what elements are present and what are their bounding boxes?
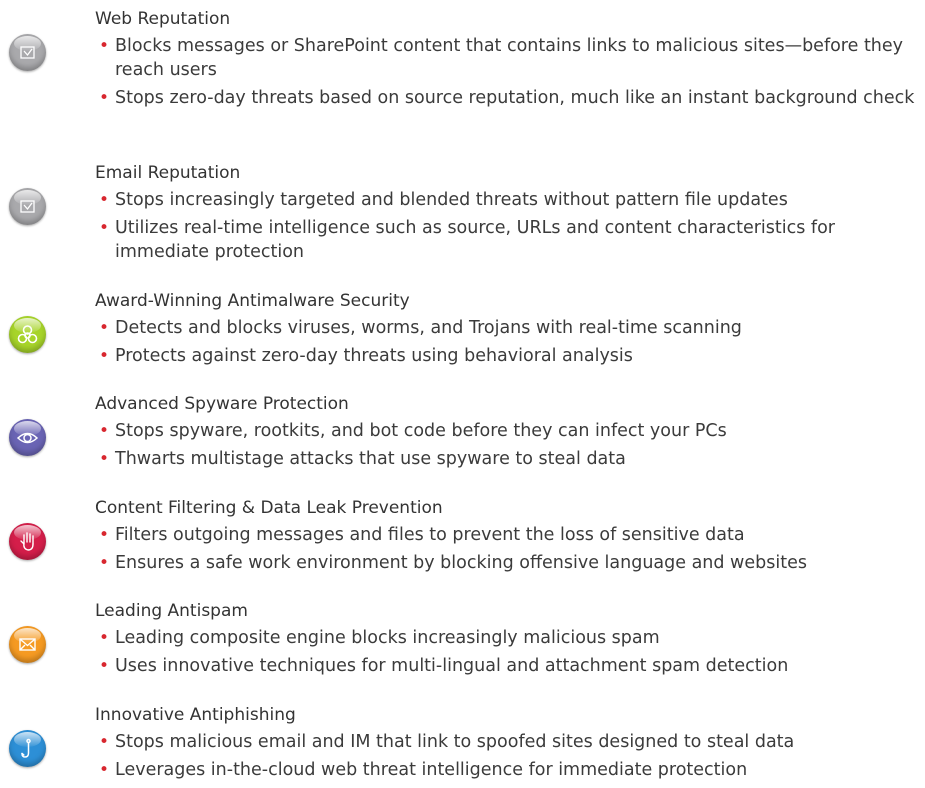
feature-bullets: • Filters outgoing messages and files to … bbox=[95, 523, 915, 579]
bullet-dot: • bbox=[99, 525, 110, 545]
list-item: • Leading composite engine blocks increas… bbox=[99, 628, 660, 648]
fishhook-icon bbox=[9, 730, 46, 767]
feature-bullets: • Leading composite engine blocks increas… bbox=[95, 626, 915, 682]
feature-title: Leading Antispam bbox=[95, 601, 248, 621]
feature-title: Advanced Spyware Protection bbox=[95, 394, 349, 414]
list-item: • Thwarts multistage attacks that use spy… bbox=[99, 449, 626, 469]
list-item: • Stops increasingly targeted and blended… bbox=[99, 190, 788, 210]
biohazard-icon bbox=[9, 316, 46, 353]
list-item: • Utilizes real-time intelligence such as… bbox=[99, 218, 835, 262]
list-item: • Filters outgoing messages and files to … bbox=[99, 525, 745, 545]
feature-title: Email Reputation bbox=[95, 163, 241, 183]
bullet-dot: • bbox=[99, 732, 110, 752]
feature-list: Web Reputation • Blocks messages or Share… bbox=[0, 0, 925, 788]
bullet-dot: • bbox=[99, 449, 110, 469]
envelope-check-icon bbox=[9, 188, 46, 225]
feature-bullets: • Detects and blocks viruses, worms, and … bbox=[95, 316, 915, 372]
list-item: • Detects and blocks viruses, worms, and … bbox=[99, 318, 742, 338]
list-item: • Protects against zero-day threats using… bbox=[99, 346, 633, 366]
feature-title: Award-Winning Antimalware Security bbox=[95, 291, 410, 311]
feature-bullets: • Stops malicious email and IM that link … bbox=[95, 730, 915, 786]
eye-icon bbox=[9, 419, 46, 456]
bullet-dot: • bbox=[99, 36, 110, 56]
bullet-dot: • bbox=[99, 190, 110, 210]
bullet-dot: • bbox=[99, 553, 110, 573]
feature-title: Web Reputation bbox=[95, 9, 231, 29]
bullet-dot: • bbox=[99, 88, 110, 108]
bullet-dot: • bbox=[99, 218, 110, 238]
feature-title: Innovative Antiphishing bbox=[95, 705, 296, 725]
list-item: • Ensures a safe work environment by bloc… bbox=[99, 553, 807, 573]
feature-bullets: • Blocks messages or SharePoint content t… bbox=[95, 34, 915, 114]
list-item: • Uses innovative techniques for multi-li… bbox=[99, 656, 789, 676]
bullet-dot: • bbox=[99, 346, 110, 366]
list-item: • Stops spyware, rootkits, and bot code b… bbox=[99, 421, 727, 441]
feature-bullets: • Stops increasingly targeted and blended… bbox=[95, 188, 915, 268]
envelope-icon bbox=[9, 626, 46, 663]
bullet-dot: • bbox=[99, 318, 110, 338]
bullet-dot: • bbox=[99, 760, 110, 780]
list-item: • Leverages in-the-cloud web threat intel… bbox=[99, 760, 748, 780]
bullet-dot: • bbox=[99, 628, 110, 648]
hand-stop-icon bbox=[9, 523, 46, 560]
list-item: • Blocks messages or SharePoint content t… bbox=[99, 36, 904, 80]
bullet-dot: • bbox=[99, 421, 110, 441]
feature-title: Content Filtering & Data Leak Prevention bbox=[95, 498, 443, 518]
feature-bullets: • Stops spyware, rootkits, and bot code b… bbox=[95, 419, 915, 475]
envelope-check-icon bbox=[9, 34, 46, 71]
list-item: • Stops malicious email and IM that link … bbox=[99, 732, 795, 752]
list-item: • Stops zero-day threats based on source … bbox=[99, 88, 915, 108]
bullet-dot: • bbox=[99, 656, 110, 676]
